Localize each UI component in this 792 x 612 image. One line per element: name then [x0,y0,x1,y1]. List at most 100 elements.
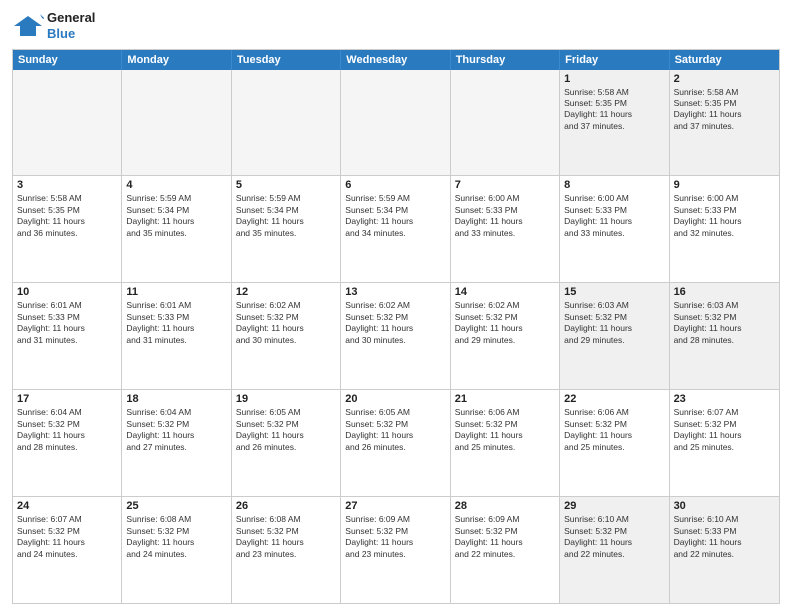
day-info: Sunrise: 5:58 AM Sunset: 5:35 PM Dayligh… [17,193,117,239]
day-info: Sunrise: 6:07 AM Sunset: 5:32 PM Dayligh… [674,407,775,453]
header-tuesday: Tuesday [232,50,341,70]
day-info: Sunrise: 6:09 AM Sunset: 5:32 PM Dayligh… [345,514,445,560]
day-12: 12 Sunrise: 6:02 AM Sunset: 5:32 PM Dayli… [232,283,341,389]
day-13: 13 Sunrise: 6:02 AM Sunset: 5:32 PM Dayli… [341,283,450,389]
day-info: Sunrise: 6:08 AM Sunset: 5:32 PM Dayligh… [236,514,336,560]
logo: General Blue [12,10,95,43]
day-info: Sunrise: 6:06 AM Sunset: 5:32 PM Dayligh… [455,407,555,453]
logo-blue: Blue [47,26,95,42]
day-info: Sunrise: 6:06 AM Sunset: 5:32 PM Dayligh… [564,407,664,453]
empty-cell [122,70,231,176]
day-30: 30 Sunrise: 6:10 AM Sunset: 5:33 PM Dayli… [670,497,779,603]
day-number: 25 [126,500,226,512]
day-info: Sunrise: 5:59 AM Sunset: 5:34 PM Dayligh… [345,193,445,239]
day-number: 8 [564,179,664,191]
empty-cell [13,70,122,176]
header-wednesday: Wednesday [341,50,450,70]
day-number: 30 [674,500,775,512]
day-16: 16Sunrise: 6:03 AM Sunset: 5:32 PM Dayli… [670,283,779,389]
day-3: 3 Sunrise: 5:58 AM Sunset: 5:35 PM Daylig… [13,176,122,282]
day-info: Sunrise: 6:10 AM Sunset: 5:32 PM Dayligh… [564,514,664,560]
day-info: Sunrise: 6:02 AM Sunset: 5:32 PM Dayligh… [455,300,555,346]
day-info: Sunrise: 6:00 AM Sunset: 5:33 PM Dayligh… [564,193,664,239]
day-info: Sunrise: 5:58 AM Sunset: 5:35 PM Dayligh… [674,87,775,133]
day-number: 12 [236,286,336,298]
day-6: 6 Sunrise: 5:59 AM Sunset: 5:34 PM Daylig… [341,176,450,282]
day-27: 27Sunrise: 6:09 AM Sunset: 5:32 PM Dayli… [341,497,450,603]
page: General Blue SundayMondayTuesdayWednesda… [0,0,792,612]
logo-bird-icon [12,12,44,40]
day-number: 29 [564,500,664,512]
day-26: 26 Sunrise: 6:08 AM Sunset: 5:32 PM Dayli… [232,497,341,603]
day-23: 23 Sunrise: 6:07 AM Sunset: 5:32 PM Dayli… [670,390,779,496]
logo-text-block: General Blue [47,10,95,43]
day-number: 21 [455,393,555,405]
day-11: 11 Sunrise: 6:01 AM Sunset: 5:33 PM Dayli… [122,283,231,389]
day-18: 18 Sunrise: 6:04 AM Sunset: 5:32 PM Dayli… [122,390,231,496]
week-4: 17 Sunrise: 6:04 AM Sunset: 5:32 PM Dayli… [13,390,779,497]
day-24: 24 Sunrise: 6:07 AM Sunset: 5:32 PM Dayli… [13,497,122,603]
day-info: Sunrise: 6:08 AM Sunset: 5:32 PM Dayligh… [126,514,226,560]
day-20: 20 Sunrise: 6:05 AM Sunset: 5:32 PM Dayli… [341,390,450,496]
day-info: Sunrise: 5:59 AM Sunset: 5:34 PM Dayligh… [126,193,226,239]
header-friday: Friday [560,50,669,70]
header-monday: Monday [122,50,231,70]
calendar-body: 1 Sunrise: 5:58 AM Sunset: 5:35 PM Daylig… [13,70,779,604]
logo-container: General Blue [12,10,95,43]
day-info: Sunrise: 6:07 AM Sunset: 5:32 PM Dayligh… [17,514,117,560]
empty-cell [232,70,341,176]
day-19: 19 Sunrise: 6:05 AM Sunset: 5:32 PM Dayli… [232,390,341,496]
day-number: 18 [126,393,226,405]
week-1: 1 Sunrise: 5:58 AM Sunset: 5:35 PM Daylig… [13,70,779,177]
day-15: 15 Sunrise: 6:03 AM Sunset: 5:32 PM Dayli… [560,283,669,389]
day-10: 10 Sunrise: 6:01 AM Sunset: 5:33 PM Dayli… [13,283,122,389]
day-info: Sunrise: 6:01 AM Sunset: 5:33 PM Dayligh… [126,300,226,346]
day-info: Sunrise: 6:04 AM Sunset: 5:32 PM Dayligh… [17,407,117,453]
day-number: 7 [455,179,555,191]
day-number: 19 [236,393,336,405]
day-number: 1 [564,73,664,85]
header-sunday: Sunday [13,50,122,70]
day-number: 26 [236,500,336,512]
day-info: Sunrise: 6:10 AM Sunset: 5:33 PM Dayligh… [674,514,775,560]
header: General Blue [12,10,780,43]
day-number: 20 [345,393,445,405]
day-number: 15 [564,286,664,298]
day-8: 8 Sunrise: 6:00 AM Sunset: 5:33 PM Daylig… [560,176,669,282]
day-22: 22Sunrise: 6:06 AM Sunset: 5:32 PM Dayli… [560,390,669,496]
day-number: 23 [674,393,775,405]
day-9: 9Sunrise: 6:00 AM Sunset: 5:33 PM Daylig… [670,176,779,282]
week-5: 24 Sunrise: 6:07 AM Sunset: 5:32 PM Dayli… [13,497,779,603]
day-number: 10 [17,286,117,298]
day-number: 6 [345,179,445,191]
calendar: SundayMondayTuesdayWednesdayThursdayFrid… [12,49,780,605]
empty-cell [451,70,560,176]
day-info: Sunrise: 6:02 AM Sunset: 5:32 PM Dayligh… [236,300,336,346]
empty-cell [341,70,450,176]
day-17: 17 Sunrise: 6:04 AM Sunset: 5:32 PM Dayli… [13,390,122,496]
logo-general: General [47,10,95,26]
day-info: Sunrise: 5:58 AM Sunset: 5:35 PM Dayligh… [564,87,664,133]
day-number: 16 [674,286,775,298]
day-number: 28 [455,500,555,512]
day-info: Sunrise: 6:01 AM Sunset: 5:33 PM Dayligh… [17,300,117,346]
day-number: 13 [345,286,445,298]
day-number: 3 [17,179,117,191]
day-2: 2Sunrise: 5:58 AM Sunset: 5:35 PM Daylig… [670,70,779,176]
day-number: 24 [17,500,117,512]
day-number: 11 [126,286,226,298]
day-info: Sunrise: 6:05 AM Sunset: 5:32 PM Dayligh… [236,407,336,453]
day-info: Sunrise: 6:04 AM Sunset: 5:32 PM Dayligh… [126,407,226,453]
day-number: 5 [236,179,336,191]
week-2: 3 Sunrise: 5:58 AM Sunset: 5:35 PM Daylig… [13,176,779,283]
day-number: 17 [17,393,117,405]
day-25: 25 Sunrise: 6:08 AM Sunset: 5:32 PM Dayli… [122,497,231,603]
calendar-header: SundayMondayTuesdayWednesdayThursdayFrid… [13,50,779,70]
day-info: Sunrise: 6:05 AM Sunset: 5:32 PM Dayligh… [345,407,445,453]
day-info: Sunrise: 6:02 AM Sunset: 5:32 PM Dayligh… [345,300,445,346]
day-info: Sunrise: 6:03 AM Sunset: 5:32 PM Dayligh… [564,300,664,346]
day-info: Sunrise: 6:00 AM Sunset: 5:33 PM Dayligh… [455,193,555,239]
day-7: 7 Sunrise: 6:00 AM Sunset: 5:33 PM Daylig… [451,176,560,282]
day-21: 21 Sunrise: 6:06 AM Sunset: 5:32 PM Dayli… [451,390,560,496]
header-saturday: Saturday [670,50,779,70]
